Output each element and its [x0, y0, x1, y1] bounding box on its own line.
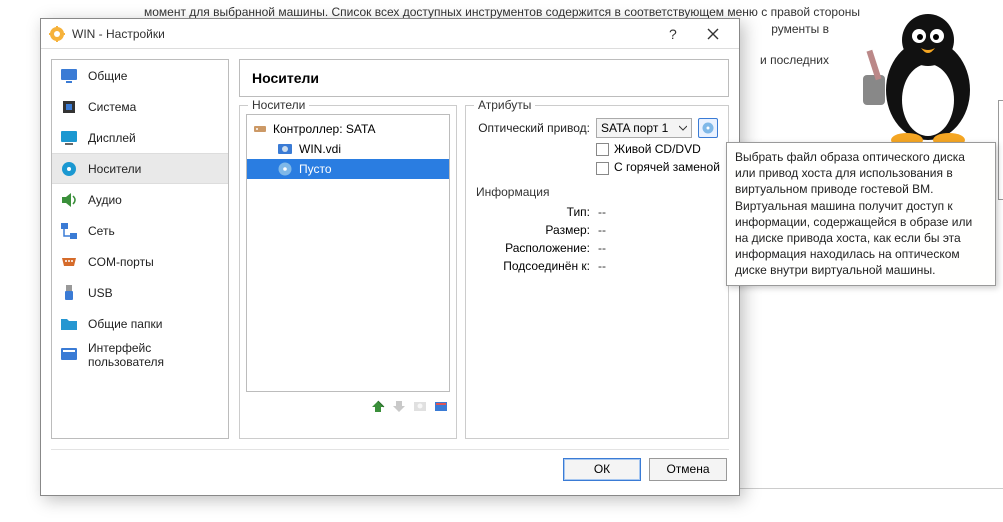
sidebar-item-serial[interactable]: COM-порты [52, 246, 228, 277]
sidebar-item-ui[interactable]: Интерфейс пользователя [52, 339, 228, 370]
sidebar-item-storage[interactable]: Носители [52, 153, 228, 184]
sidebar-item-general[interactable]: Общие [52, 60, 228, 91]
sidebar-label: Общие папки [88, 317, 162, 331]
serial-icon [60, 253, 78, 271]
close-button[interactable] [693, 20, 733, 48]
folder-icon [60, 315, 78, 333]
usb-icon [60, 284, 78, 302]
tooltip: Выбрать файл образа оптического диска ил… [726, 142, 996, 286]
ok-button[interactable]: ОК [563, 458, 641, 481]
remove-attachment-icon[interactable] [433, 398, 450, 415]
sidebar-label: COM-порты [88, 255, 154, 269]
side-scroll-hint [998, 100, 1003, 200]
info-section: Информация Тип:-- Размер:-- Расположение… [472, 185, 722, 277]
chip-icon [60, 98, 78, 116]
storage-tree-panel: Носители Контроллер: SATA WIN.vdi Пус [239, 105, 457, 439]
app-gear-icon [49, 26, 65, 42]
remove-controller-icon[interactable] [391, 398, 408, 415]
sidebar-label: USB [88, 286, 113, 300]
cd-choose-icon [701, 121, 715, 135]
tree-toolbar [246, 392, 450, 415]
cancel-button[interactable]: Отмена [649, 458, 727, 481]
attributes-panel: Атрибуты Оптический привод: SATA порт 1 [465, 105, 729, 439]
svg-text:?: ? [669, 27, 677, 41]
help-button[interactable]: ? [653, 20, 693, 48]
sidebar-item-audio[interactable]: Аудио [52, 184, 228, 215]
sidebar-label: Сеть [88, 224, 115, 238]
audio-icon [60, 191, 78, 209]
main-panel: Носители Носители Контроллер: SATA WIN.v… [239, 59, 729, 439]
controller-icon [253, 122, 267, 136]
settings-sidebar: Общие Система Дисплей Носители Аудио Сет… [51, 59, 229, 439]
hdd-icon [277, 141, 293, 157]
sidebar-item-display[interactable]: Дисплей [52, 122, 228, 153]
tree-item-cd[interactable]: Пусто [247, 159, 449, 179]
fieldset-legend: Носители [248, 98, 309, 112]
drive-port-select[interactable]: SATA порт 1 [596, 118, 692, 138]
network-icon [60, 222, 78, 240]
chevron-down-icon [679, 124, 687, 132]
sidebar-label: Аудио [88, 193, 122, 207]
sidebar-item-shared[interactable]: Общие папки [52, 308, 228, 339]
display-icon [60, 129, 78, 147]
sidebar-label: Интерфейс пользователя [88, 341, 220, 369]
storage-tree[interactable]: Контроллер: SATA WIN.vdi Пусто [246, 114, 450, 392]
fieldset-legend: Атрибуты [474, 98, 535, 112]
hot-swap-checkbox[interactable]: С горячей заменой [596, 160, 720, 174]
sidebar-label: Носители [88, 162, 141, 176]
settings-dialog: WIN - Настройки ? Общие Система Дисплей [40, 18, 740, 496]
sidebar-item-system[interactable]: Система [52, 91, 228, 122]
sidebar-label: Общие [88, 69, 127, 83]
choose-disk-button[interactable] [698, 118, 718, 138]
drive-label: Оптический привод: [472, 121, 590, 135]
monitor-icon [60, 67, 78, 85]
add-controller-icon[interactable] [370, 398, 387, 415]
tree-item-hdd[interactable]: WIN.vdi [247, 139, 449, 159]
controller-row[interactable]: Контроллер: SATA [247, 119, 449, 139]
sidebar-label: Система [88, 100, 136, 114]
dialog-title: WIN - Настройки [72, 27, 653, 41]
sidebar-item-network[interactable]: Сеть [52, 215, 228, 246]
ui-icon [60, 346, 78, 364]
dialog-buttons: ОК Отмена [41, 450, 739, 495]
sidebar-item-usb[interactable]: USB [52, 277, 228, 308]
storage-icon [60, 160, 78, 178]
live-cd-checkbox[interactable]: Живой CD/DVD [596, 142, 701, 156]
penguin-mascot [863, 0, 993, 150]
page-title: Носители [239, 59, 729, 97]
titlebar[interactable]: WIN - Настройки ? [41, 19, 739, 49]
cd-icon [277, 161, 293, 177]
sidebar-label: Дисплей [88, 131, 136, 145]
add-attachment-icon[interactable] [412, 398, 429, 415]
